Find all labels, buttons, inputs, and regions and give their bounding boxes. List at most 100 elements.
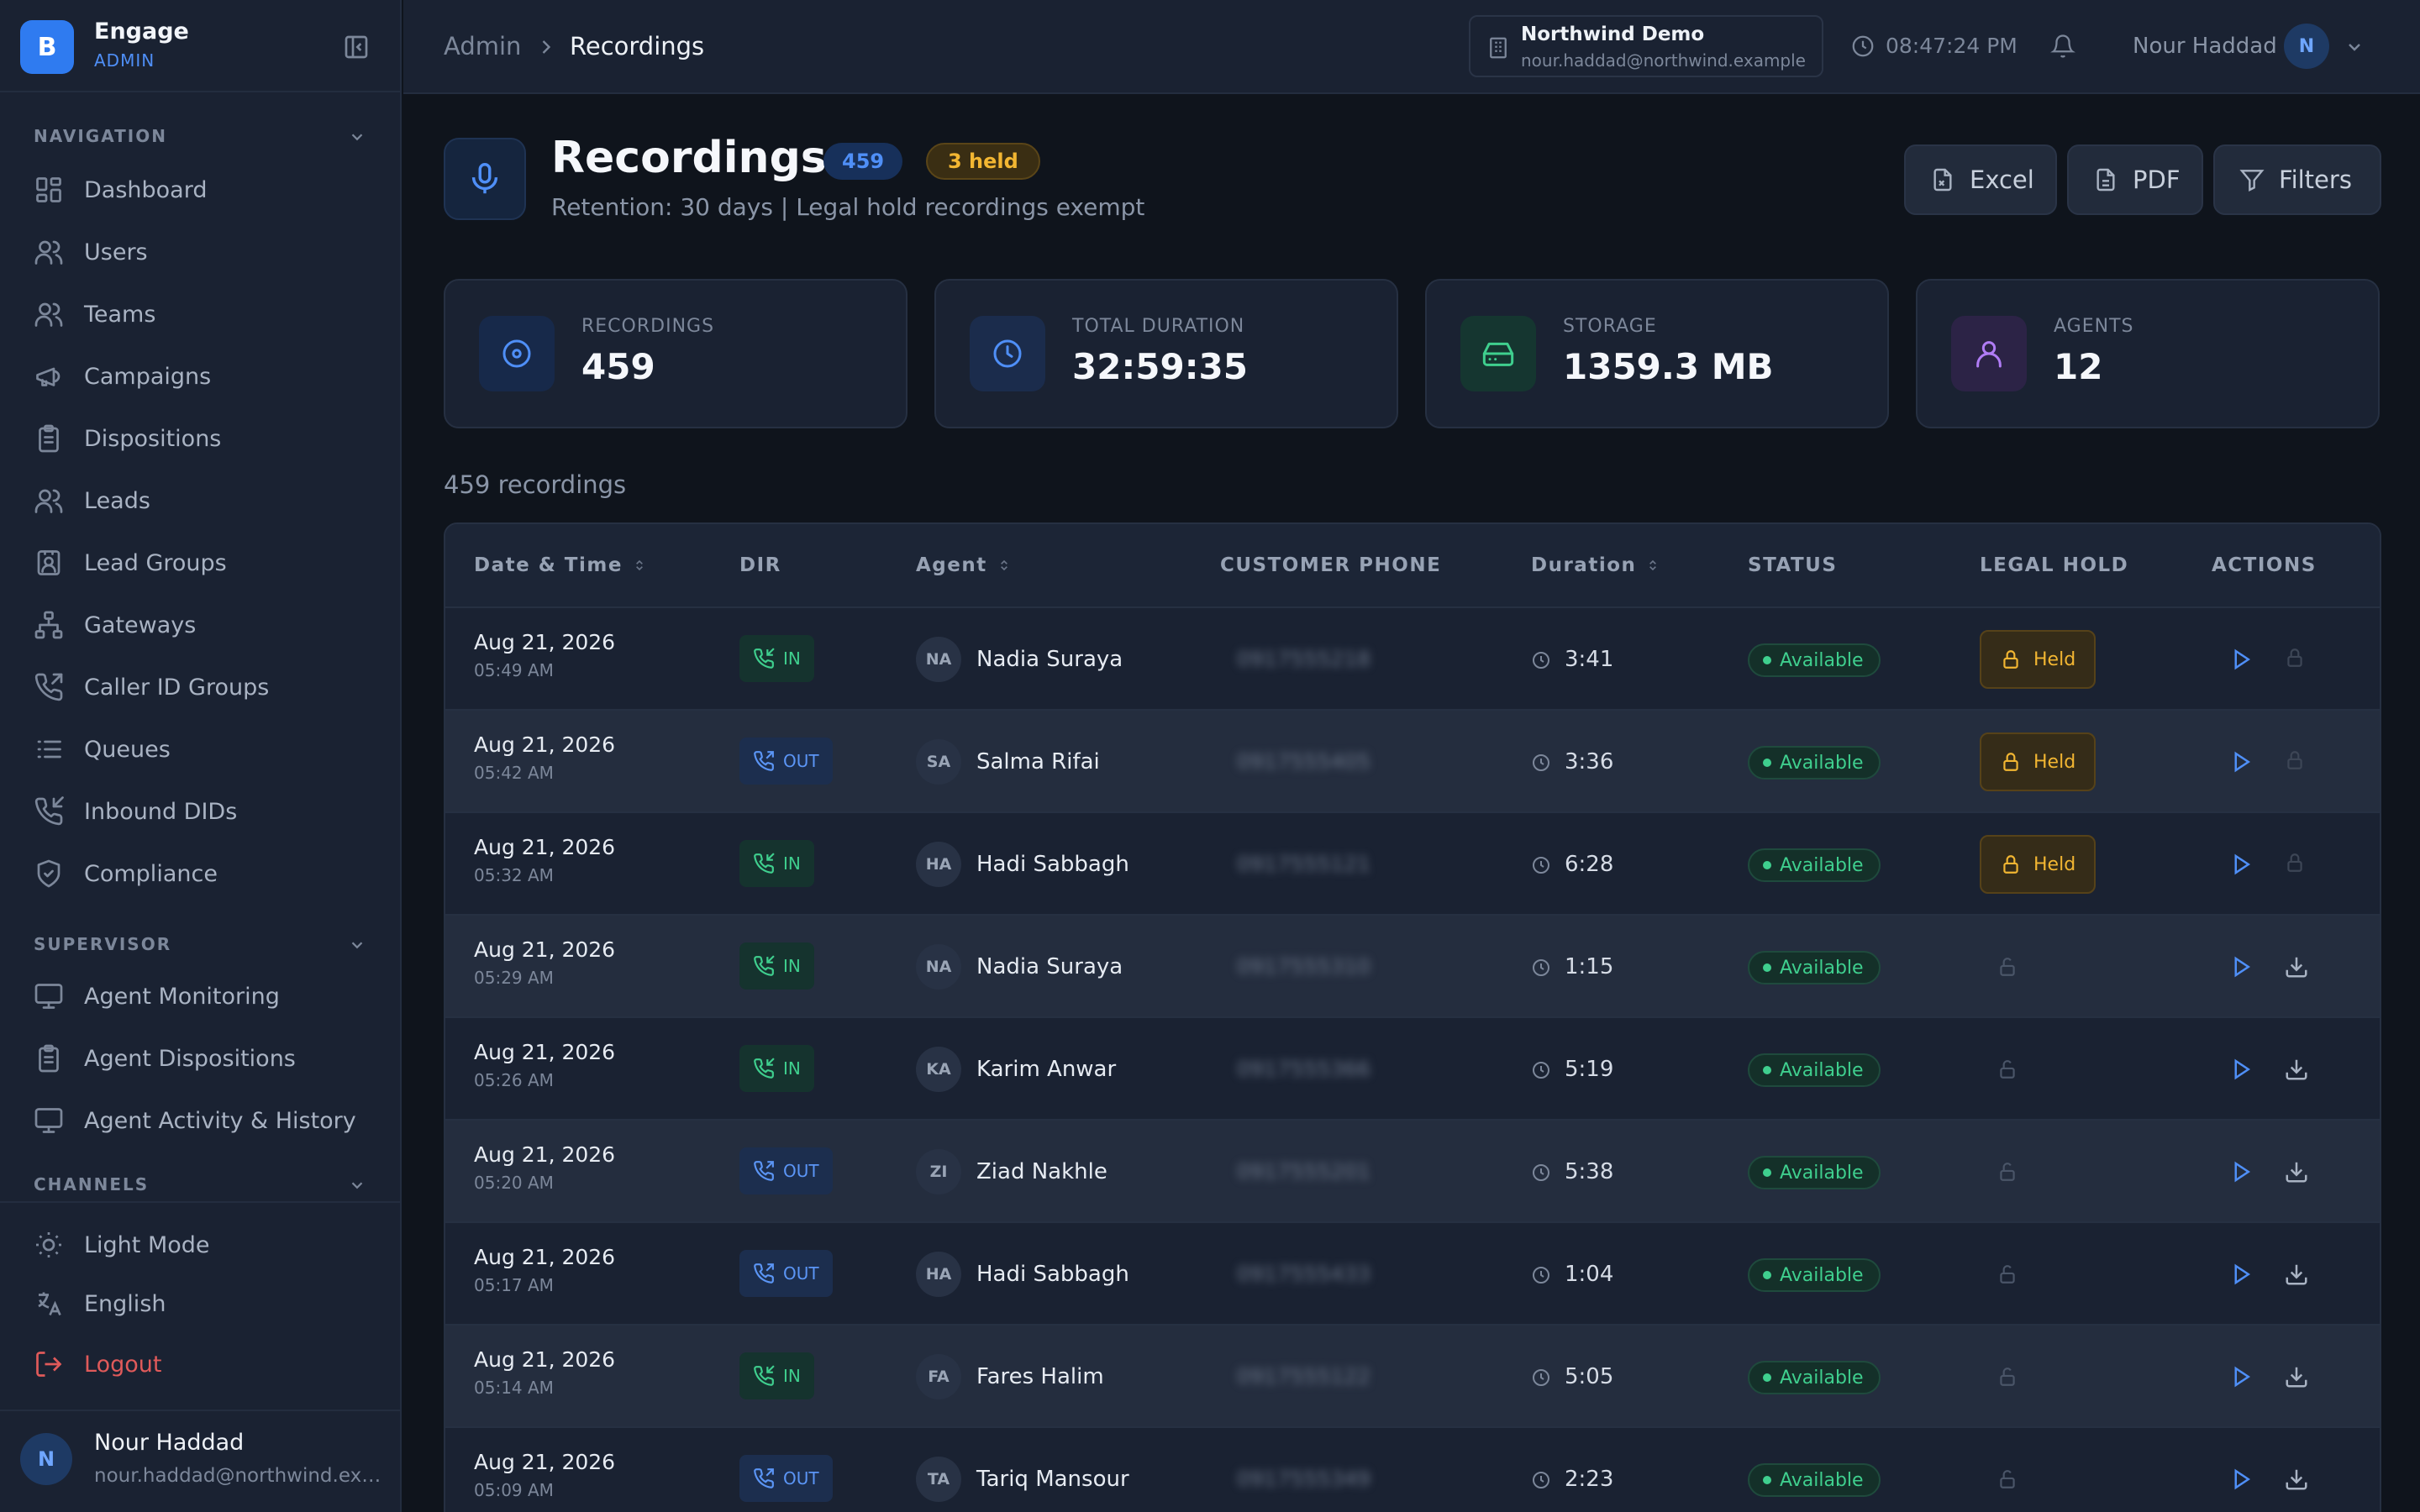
legal-hold-button[interactable]: Held (1980, 630, 2096, 689)
recording-time: 05:20 AM (474, 1173, 554, 1193)
table-row[interactable]: Aug 21, 2026 05:17 AM OUT HA Hadi Sabbagh 091… (445, 1223, 2380, 1326)
play-icon[interactable] (2228, 1467, 2254, 1492)
download-icon[interactable] (2284, 1057, 2309, 1082)
export-excel-button[interactable]: Excel (1904, 144, 2057, 215)
tenant-name: Northwind Demo (1521, 24, 1705, 45)
direction-label: OUT (783, 1161, 819, 1181)
nav-section-navigation[interactable]: NAVIGATION (34, 126, 363, 146)
play-icon[interactable] (2228, 749, 2254, 774)
tenant-switcher[interactable]: Northwind Demo nour.haddad@northwind.exa… (1469, 15, 1823, 77)
phone-incoming-icon (753, 648, 775, 669)
sidebar-item-users[interactable]: Users (34, 227, 370, 277)
unlock-icon[interactable] (1996, 1058, 2018, 1080)
sidebar-item-teams[interactable]: Teams (34, 289, 370, 339)
filters-button[interactable]: Filters (2213, 144, 2381, 215)
agent-avatar: KA (916, 1047, 961, 1092)
avatar[interactable]: N (2284, 24, 2329, 69)
bell-icon[interactable] (2050, 34, 2075, 59)
download-icon[interactable] (2284, 1159, 2309, 1184)
column-duration[interactable]: Duration (1531, 554, 1661, 576)
recording-duration: 3:36 (1565, 749, 1614, 774)
nav-section-supervisor[interactable]: SUPERVISOR (34, 934, 363, 954)
table-row[interactable]: Aug 21, 2026 05:14 AM IN FA Fares Halim 09175… (445, 1326, 2380, 1428)
download-icon[interactable] (2284, 1467, 2309, 1492)
current-time: 08:47:24 PM (1886, 34, 2018, 58)
download-icon[interactable] (2284, 1364, 2309, 1389)
clock-icon (1531, 1060, 1551, 1080)
status-badge: Available (1748, 951, 1881, 984)
play-icon[interactable] (2228, 852, 2254, 877)
play-icon[interactable] (2228, 1364, 2254, 1389)
sidebar-item-dashboard[interactable]: Dashboard (34, 165, 370, 215)
sidebar-item-dispositions[interactable]: Dispositions (34, 413, 370, 464)
unlock-icon[interactable] (1996, 1366, 2018, 1388)
download-icon[interactable] (2284, 1262, 2309, 1287)
sidebar-item-gateways[interactable]: Gateways (34, 600, 370, 650)
topbar-user-name[interactable]: Nour Haddad (2133, 34, 2277, 59)
table-row[interactable]: Aug 21, 2026 05:26 AM IN KA Karim Anwar 09175… (445, 1018, 2380, 1121)
recording-date: Aug 21, 2026 (474, 1142, 616, 1167)
play-icon[interactable] (2228, 1057, 2254, 1082)
light-mode-toggle[interactable]: Light Mode (34, 1220, 370, 1270)
sidebar-item-queues[interactable]: Queues (34, 724, 370, 774)
sidebar-item-label: Compliance (84, 860, 218, 887)
sidebar-item-agent-activity-history[interactable]: Agent Activity & History (34, 1095, 370, 1146)
play-icon[interactable] (2228, 647, 2254, 672)
sidebar-item-agent-dispositions[interactable]: Agent Dispositions (34, 1033, 370, 1084)
app-name: Engage (94, 18, 189, 45)
sidebar-item-leads[interactable]: Leads (34, 475, 370, 526)
language-label: English (84, 1290, 166, 1317)
brand-logo: B (20, 20, 74, 74)
clock-icon (1850, 34, 1876, 59)
nav-section-channels[interactable]: CHANNELS (34, 1174, 363, 1194)
clock-icon (1531, 855, 1551, 875)
column-agent[interactable]: Agent (916, 554, 1013, 576)
chevron-down-icon[interactable] (2344, 37, 2365, 57)
table-row[interactable]: Aug 21, 2026 05:32 AM IN HA Hadi Sabbagh 0917… (445, 813, 2380, 916)
unlock-icon[interactable] (1996, 1263, 2018, 1285)
unlock-icon[interactable] (1996, 1468, 2018, 1490)
column-legal-hold: LEGAL HOLD (1980, 554, 2128, 576)
avatar: N (20, 1433, 72, 1485)
table-row[interactable]: Aug 21, 2026 05:20 AM OUT ZI Ziad Nakhle 0917… (445, 1121, 2380, 1223)
column-direction: DIR (739, 554, 781, 576)
sidebar-item-lead-groups[interactable]: Lead Groups (34, 538, 370, 588)
sidebar-item-label: Agent Activity & History (84, 1107, 356, 1134)
unlock-icon[interactable] (1996, 956, 2018, 978)
legal-hold-button[interactable]: Held (1980, 732, 2096, 791)
sidebar-collapse-icon[interactable] (343, 34, 370, 60)
table-row[interactable]: Aug 21, 2026 05:09 AM OUT TA Tariq Mansour 09… (445, 1428, 2380, 1512)
table-row[interactable]: Aug 21, 2026 05:42 AM OUT SA Salma Rifai 0917… (445, 711, 2380, 813)
logout-button[interactable]: Logout (34, 1339, 370, 1389)
direction-label: IN (783, 1058, 801, 1079)
direction-badge: OUT (739, 1250, 833, 1297)
play-icon[interactable] (2228, 1159, 2254, 1184)
list-icon (34, 734, 64, 764)
sidebar-user-name: Nour Haddad (94, 1430, 245, 1456)
play-icon[interactable] (2228, 1262, 2254, 1287)
download-icon[interactable] (2284, 954, 2309, 979)
agent-name: Hadi Sabbagh (976, 852, 1129, 877)
legal-hold-button[interactable]: Held (1980, 835, 2096, 894)
sidebar-item-campaigns[interactable]: Campaigns (34, 351, 370, 402)
column-date-time[interactable]: Date & Time (474, 554, 648, 576)
lock-icon (2000, 751, 2022, 773)
sidebar-item-compliance[interactable]: Compliance (34, 848, 370, 899)
table-row[interactable]: Aug 21, 2026 05:29 AM IN NA Nadia Suraya 0917… (445, 916, 2380, 1018)
phone-outgoing-icon (34, 672, 64, 702)
export-pdf-button[interactable]: PDF (2067, 144, 2203, 215)
recording-date: Aug 21, 2026 (474, 1450, 616, 1474)
sidebar-item-label: Dashboard (84, 176, 208, 203)
status-badge: Available (1748, 1156, 1881, 1189)
play-icon[interactable] (2228, 954, 2254, 979)
sidebar-item-inbound-dids[interactable]: Inbound DIDs (34, 786, 370, 837)
status-label: Available (1780, 649, 1864, 671)
breadcrumb-admin[interactable]: Admin (444, 32, 521, 60)
pdf-label: PDF (2133, 165, 2181, 194)
unlock-icon[interactable] (1996, 1161, 2018, 1183)
sidebar-user-profile[interactable]: N Nour Haddad nour.haddad@northwind.exam… (0, 1411, 402, 1512)
sidebar-item-agent-monitoring[interactable]: Agent Monitoring (34, 971, 370, 1021)
sidebar-item-caller-id-groups[interactable]: Caller ID Groups (34, 662, 370, 712)
language-selector[interactable]: English (34, 1278, 370, 1329)
table-row[interactable]: Aug 21, 2026 05:49 AM IN NA Nadia Suraya 0917… (445, 608, 2380, 711)
